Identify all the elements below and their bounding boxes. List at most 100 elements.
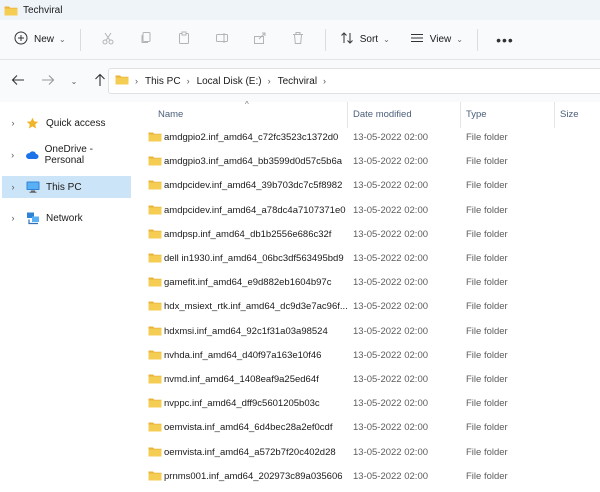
nav-item-quick-access[interactable]: › Quick access bbox=[2, 112, 131, 134]
back-button[interactable] bbox=[6, 67, 30, 95]
breadcrumb-this-pc[interactable]: This PC bbox=[145, 76, 181, 87]
folder-icon bbox=[4, 5, 18, 16]
breadcrumb-local-disk[interactable]: Local Disk (E:) bbox=[197, 76, 262, 87]
file-name: oemvista.inf_amd64_a572b7f20c402d28 bbox=[164, 446, 336, 458]
chevron-down-icon: ⌄ bbox=[70, 76, 78, 86]
nav-item-label: OneDrive - Personal bbox=[44, 144, 93, 166]
file-date-modified: 13-05-2022 02:00 bbox=[353, 422, 429, 434]
table-row[interactable]: amdgpio3.inf_amd64_bb3599d0d57c5b6a 13-05… bbox=[140, 150, 600, 174]
window-title: Techviral bbox=[23, 4, 63, 16]
nav-item-this-pc[interactable]: › This PC bbox=[2, 176, 131, 198]
address-bar[interactable]: › This PC › Local Disk (E:) › Techviral … bbox=[108, 68, 600, 94]
nav-item-network[interactable]: › Network bbox=[2, 207, 131, 229]
chevron-right-icon: › bbox=[267, 76, 271, 86]
column-divider[interactable] bbox=[554, 102, 555, 128]
arrow-left-icon bbox=[11, 74, 25, 89]
table-row[interactable]: dell in1930.inf_amd64_06bc3df563495bd9 13… bbox=[140, 247, 600, 271]
column-divider[interactable] bbox=[460, 102, 461, 128]
table-row[interactable]: nvmd.inf_amd64_1408eaf9a25ed64f 13-05-202… bbox=[140, 368, 600, 392]
view-button[interactable]: View ⌄ bbox=[404, 26, 469, 54]
cut-button[interactable] bbox=[93, 26, 123, 54]
navigation-pane: › Quick access › OneDrive - Personal › T… bbox=[0, 102, 134, 492]
delete-button[interactable] bbox=[283, 26, 313, 54]
rename-button[interactable] bbox=[207, 26, 237, 54]
file-name: nvhda.inf_amd64_d40f97a163e10f46 bbox=[164, 349, 322, 361]
file-date-modified: 13-05-2022 02:00 bbox=[353, 446, 429, 458]
file-date-modified: 13-05-2022 02:00 bbox=[353, 277, 429, 289]
table-row[interactable]: oemvista.inf_amd64_a572b7f20c402d28 13-05… bbox=[140, 441, 600, 465]
file-type: File folder bbox=[466, 470, 508, 482]
table-row[interactable]: hdxmsi.inf_amd64_92c1f31a03a98524 13-05-2… bbox=[140, 320, 600, 344]
column-header-size[interactable]: Size bbox=[560, 109, 578, 120]
file-type: File folder bbox=[466, 277, 508, 289]
folder-icon bbox=[148, 131, 162, 145]
file-name: amdpcidev.inf_amd64_39b703dc7c5f8982 bbox=[164, 180, 343, 192]
trash-icon bbox=[291, 31, 305, 48]
nav-item-onedrive[interactable]: › OneDrive - Personal bbox=[2, 144, 131, 166]
sort-arrows-icon bbox=[340, 31, 354, 48]
table-row[interactable]: gamefit.inf_amd64_e9d882eb1604b97c 13-05-… bbox=[140, 271, 600, 295]
chevron-right-icon[interactable]: › bbox=[6, 118, 20, 128]
folder-icon bbox=[148, 155, 162, 169]
folder-icon bbox=[148, 276, 162, 290]
file-date-modified: 13-05-2022 02:00 bbox=[353, 398, 429, 410]
chevron-right-icon[interactable]: › bbox=[6, 150, 19, 160]
column-header-type[interactable]: Type bbox=[466, 109, 487, 120]
file-name: dell in1930.inf_amd64_06bc3df563495bd9 bbox=[164, 253, 344, 264]
network-icon bbox=[26, 212, 42, 225]
copy-icon bbox=[139, 31, 153, 48]
list-view-icon bbox=[410, 31, 424, 48]
clipboard-icon bbox=[177, 31, 191, 48]
forward-button[interactable] bbox=[36, 67, 60, 95]
column-header-date[interactable]: Date modified bbox=[353, 109, 412, 120]
column-header-name[interactable]: Name bbox=[158, 109, 183, 120]
table-row[interactable]: amdpsp.inf_amd64_db1b2556e686c32f 13-05-2… bbox=[140, 223, 600, 247]
recent-locations-button[interactable]: ⌄ bbox=[62, 67, 86, 95]
table-row[interactable]: hdx_msiext_rtk.inf_amd64_dc9d3e7ac96f...… bbox=[140, 295, 600, 319]
file-name: nvmd.inf_amd64_1408eaf9a25ed64f bbox=[164, 374, 319, 385]
file-type: File folder bbox=[466, 156, 508, 168]
table-row[interactable]: prnms001.inf_amd64_202973c89a035606 13-05… bbox=[140, 465, 600, 489]
table-row[interactable]: oemvista.inf_amd64_6d4bec28a2ef0cdf 13-05… bbox=[140, 416, 600, 440]
file-type: File folder bbox=[466, 180, 508, 192]
chevron-down-icon: ⌄ bbox=[59, 35, 66, 44]
file-name: gamefit.inf_amd64_e9d882eb1604b97c bbox=[164, 277, 332, 289]
chevron-right-icon: › bbox=[323, 76, 327, 86]
file-type: File folder bbox=[466, 422, 508, 434]
sort-button[interactable]: Sort ⌄ bbox=[334, 26, 396, 54]
chevron-right-icon[interactable]: › bbox=[6, 182, 20, 192]
more-options-button[interactable]: ••• bbox=[490, 26, 520, 54]
table-row[interactable]: nvhda.inf_amd64_d40f97a163e10f46 13-05-20… bbox=[140, 344, 600, 368]
navigation-bar: ⌄ › This PC › Local Disk (E:) › Techvira… bbox=[0, 60, 600, 102]
file-type: File folder bbox=[466, 132, 508, 143]
folder-icon bbox=[148, 179, 162, 193]
folder-icon bbox=[148, 397, 162, 411]
view-label: View bbox=[429, 34, 452, 45]
file-date-modified: 13-05-2022 02:00 bbox=[353, 132, 429, 143]
new-button[interactable]: New ⌄ bbox=[8, 26, 72, 54]
share-button[interactable] bbox=[245, 26, 275, 54]
table-row[interactable]: nvppc.inf_amd64_dff9c5601205b03c 13-05-20… bbox=[140, 392, 600, 416]
folder-icon bbox=[148, 470, 162, 484]
star-icon bbox=[26, 117, 42, 130]
file-name: amdpsp.inf_amd64_db1b2556e686c32f bbox=[164, 228, 332, 240]
sort-label: Sort bbox=[359, 34, 379, 45]
column-divider[interactable] bbox=[347, 102, 348, 128]
table-row[interactable]: amdpcidev.inf_amd64_a78dc4a7107371e0 13-0… bbox=[140, 199, 600, 223]
file-date-modified: 13-05-2022 02:00 bbox=[353, 301, 429, 313]
command-bar: New ⌄ Sort ⌄ View ⌄ ••• bbox=[0, 20, 600, 60]
copy-button[interactable] bbox=[131, 26, 161, 54]
more-icon: ••• bbox=[496, 31, 514, 48]
table-row[interactable]: amdgpio2.inf_amd64_c72fc3523c1372d0 13-05… bbox=[140, 126, 600, 150]
divider bbox=[79, 28, 81, 51]
table-row[interactable]: amdpcidev.inf_amd64_39b703dc7c5f8982 13-0… bbox=[140, 174, 600, 198]
file-date-modified: 13-05-2022 02:00 bbox=[353, 470, 429, 482]
file-date-modified: 13-05-2022 02:00 bbox=[353, 156, 429, 168]
chevron-right-icon: › bbox=[186, 76, 190, 86]
file-date-modified: 13-05-2022 02:00 bbox=[353, 374, 429, 385]
column-header-row: ^ Name Date modified Type Size bbox=[140, 100, 600, 128]
breadcrumb-techviral[interactable]: Techviral bbox=[278, 76, 317, 87]
file-name: amdgpio3.inf_amd64_bb3599d0d57c5b6a bbox=[164, 156, 343, 168]
chevron-right-icon[interactable]: › bbox=[6, 213, 20, 223]
paste-button[interactable] bbox=[169, 26, 199, 54]
